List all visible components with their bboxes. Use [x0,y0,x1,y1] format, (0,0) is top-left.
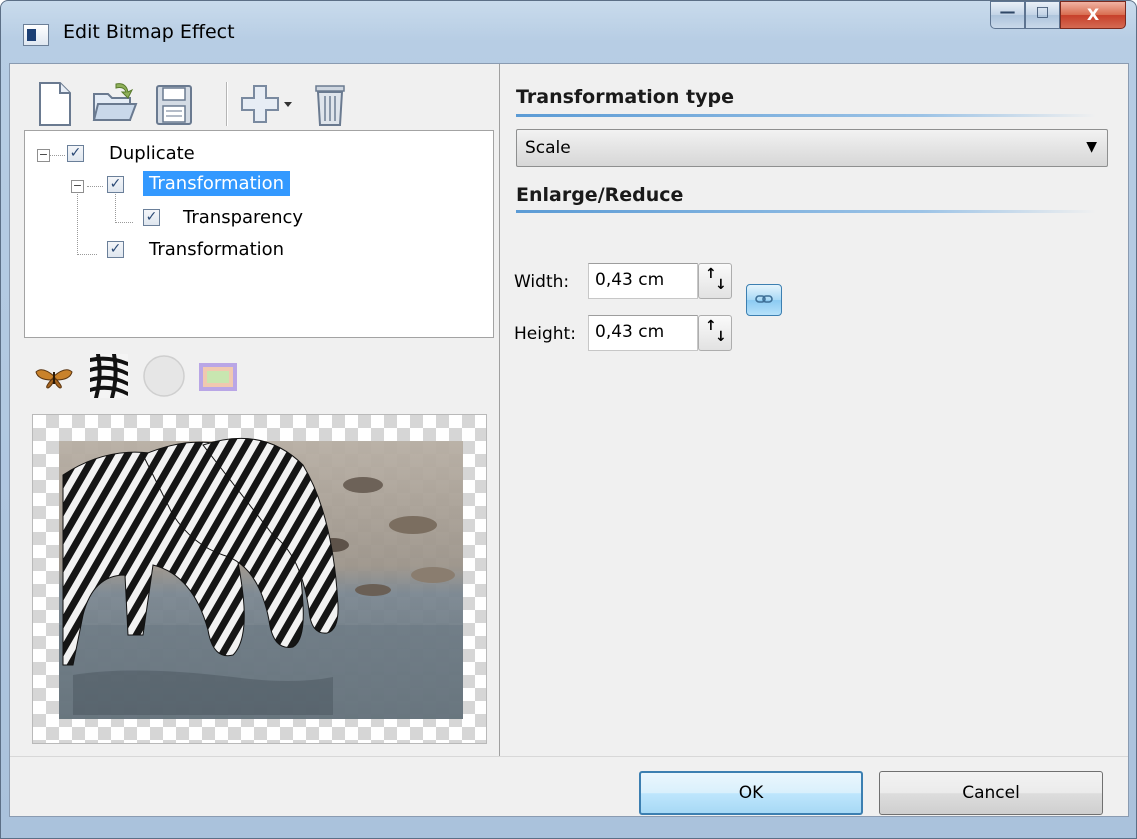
effect-tree[interactable]: − ✓ Duplicate − ✓ Transformation ✓ Trans… [24,130,494,338]
add-plus-dropdown-icon [241,85,292,123]
trash-icon [315,85,345,126]
caption-buttons: — □ X [990,1,1126,31]
dialog-window: Edit Bitmap Effect — □ X − ✓ Duplicate −… [0,0,1137,839]
save-floppy-icon [156,85,192,125]
chain-link-icon [755,295,773,303]
collapse-toggle[interactable]: − [37,149,50,162]
checkbox[interactable]: ✓ [143,209,160,226]
ok-button[interactable]: OK [639,771,863,815]
maximize-icon: □ [1035,4,1050,20]
width-field[interactable]: 0,43 cm [588,263,698,299]
dialog-client-area: − ✓ Duplicate − ✓ Transformation ✓ Trans… [9,63,1129,817]
checkbox[interactable]: ✓ [107,241,124,258]
height-spinner[interactable]: ↑ ↓ [698,315,732,351]
delete-button[interactable] [310,80,358,128]
checkbox[interactable]: ✓ [107,176,124,193]
open-button[interactable] [90,80,138,128]
spin-down-icon: ↓ [715,277,727,293]
properties-pane: Transformation type Scale ▼ Enlarge/Redu… [501,64,1128,756]
frame-swatch[interactable] [198,362,238,397]
height-field[interactable]: 0,43 cm [588,315,698,351]
enlarge-reduce-heading: Enlarge/Reduce [516,184,684,206]
circle-icon [143,355,185,397]
tree-item-label: Transformation [143,171,291,196]
new-document-icon [39,82,71,126]
maximize-button[interactable]: □ [1025,1,1060,29]
open-folder-icon [92,83,138,121]
chevron-down-icon: ▼ [1086,139,1097,155]
zebra-stripes-icon [90,354,128,398]
frame-icon [199,363,237,391]
dialog-footer: OK Cancel [10,756,1128,816]
section-divider [516,114,1096,117]
tree-item-transparency[interactable]: ✓ Transparency [25,203,485,233]
transformation-type-select[interactable]: Scale ▼ [516,129,1108,167]
tree-item-duplicate[interactable]: − ✓ Duplicate [25,139,485,169]
new-button[interactable] [34,80,82,128]
tree-item-transformation[interactable]: − ✓ Transformation [25,170,485,200]
spin-down-icon: ↓ [715,329,727,345]
tree-item-label: Transformation [149,239,285,260]
preview-photo [59,437,463,719]
title-bar[interactable]: Edit Bitmap Effect — □ X [1,1,1136,63]
collapse-toggle[interactable]: − [71,180,84,193]
tree-item-transformation-2[interactable]: ✓ Transformation [25,235,485,265]
butterfly-icon [35,369,73,389]
app-icon [23,24,49,46]
close-icon: X [1086,5,1100,24]
cancel-button[interactable]: Cancel [879,771,1103,815]
window-title: Edit Bitmap Effect [63,21,235,43]
close-button[interactable]: X [1060,1,1126,29]
save-button[interactable] [152,80,200,128]
checkbox[interactable]: ✓ [67,145,84,162]
tree-item-label: Transparency [183,207,304,228]
effects-toolbar [34,76,474,130]
section-divider [516,210,1096,213]
butterfly-swatch[interactable] [34,366,74,395]
selected-value: Scale [525,138,571,158]
preview-source-swatches [32,354,272,398]
lock-aspect-button[interactable] [746,284,782,316]
minimize-icon: — [999,2,1016,21]
effect-preview [32,414,487,744]
add-effect-button[interactable] [238,80,296,128]
transformation-type-heading: Transformation type [516,86,734,108]
toolbar-separator [226,82,228,126]
effects-pane: − ✓ Duplicate − ✓ Transformation ✓ Trans… [10,64,500,756]
height-label: Height: [514,324,576,344]
circle-swatch[interactable] [142,354,186,403]
width-label: Width: [514,272,570,292]
tree-item-label: Duplicate [109,143,195,164]
width-spinner[interactable]: ↑ ↓ [698,263,732,299]
minimize-button[interactable]: — [990,1,1025,29]
zebra-swatch[interactable] [90,354,128,403]
